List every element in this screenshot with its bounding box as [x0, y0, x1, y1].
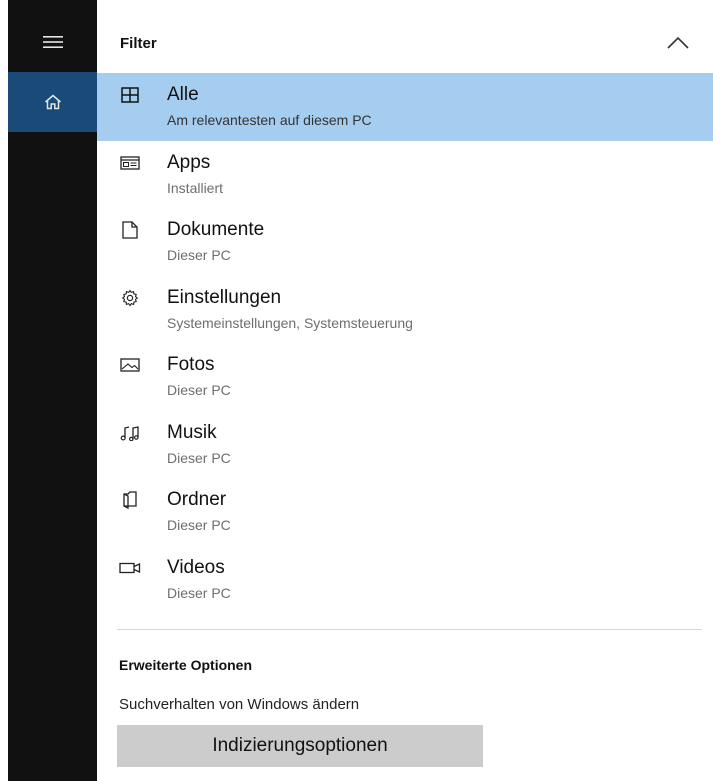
- menu-button[interactable]: [8, 12, 97, 72]
- filter-title: Filter: [120, 35, 157, 52]
- item-subtitle: Dieser PC: [167, 382, 231, 398]
- item-title: Alle: [167, 84, 199, 105]
- app-window-icon: [119, 153, 141, 173]
- item-subtitle: Dieser PC: [167, 584, 231, 601]
- item-subtitle: Installiert: [167, 179, 224, 196]
- item-subtitle: Systemeinstellungen, Systemsteuerung: [167, 314, 413, 331]
- filter-item-videos[interactable]: Videos Dieser PC: [97, 546, 713, 614]
- photo-icon: [119, 355, 141, 375]
- item-subtitle: Dieser PC: [167, 449, 231, 466]
- filter-list: Alle Am relevantesten auf diesem PC Apps…: [97, 73, 713, 613]
- filter-item-einstellungen[interactable]: Einstellungen Systemeinstellungen, Syste…: [97, 276, 713, 344]
- collapse-button[interactable]: [660, 28, 696, 58]
- indexing-options-button[interactable]: Indizierungsoptionen: [117, 725, 483, 767]
- filter-item-alle[interactable]: Alle Am relevantesten auf diesem PC: [97, 73, 713, 141]
- filter-item-fotos[interactable]: Fotos Dieser PC: [97, 343, 713, 411]
- item-title: Fotos: [167, 354, 215, 375]
- filter-item-ordner[interactable]: Ordner Dieser PC: [97, 478, 713, 546]
- item-subtitle: Dieser PC: [167, 247, 231, 263]
- document-icon: [119, 220, 141, 240]
- item-title: Musik: [167, 421, 217, 443]
- hamburger-menu-icon: [42, 35, 63, 49]
- music-icon: [119, 423, 141, 443]
- home-button[interactable]: [8, 72, 97, 132]
- grid-icon: [119, 85, 141, 105]
- window-edge: [0, 0, 8, 781]
- filter-header: Filter: [97, 18, 713, 70]
- filter-item-musik[interactable]: Musik Dieser PC: [97, 411, 713, 479]
- item-subtitle: Am relevantesten auf diesem PC: [167, 112, 372, 128]
- filter-item-dokumente[interactable]: Dokumente Dieser PC: [97, 208, 713, 276]
- advanced-options-title: Erweiterte Optionen: [119, 657, 253, 673]
- filter-panel: Filter Alle Am relevantesten auf diesem …: [97, 0, 713, 781]
- item-title: Dokumente: [167, 219, 265, 240]
- home-icon: [44, 94, 62, 110]
- filter-item-apps[interactable]: Apps Installiert: [97, 141, 713, 209]
- folder-icon: [119, 490, 141, 510]
- navigation-rail: [8, 0, 97, 781]
- video-icon: [119, 558, 141, 578]
- gear-icon: [119, 288, 141, 308]
- item-title: Einstellungen: [167, 286, 282, 308]
- chevron-up-icon: [666, 36, 690, 50]
- item-title: Apps: [167, 151, 211, 173]
- item-title: Ordner: [167, 489, 227, 510]
- item-subtitle: Dieser PC: [167, 517, 231, 533]
- item-title: Videos: [167, 556, 225, 578]
- search-behavior-link[interactable]: Suchverhalten von Windows ändern: [119, 696, 359, 713]
- section-divider: [117, 629, 702, 630]
